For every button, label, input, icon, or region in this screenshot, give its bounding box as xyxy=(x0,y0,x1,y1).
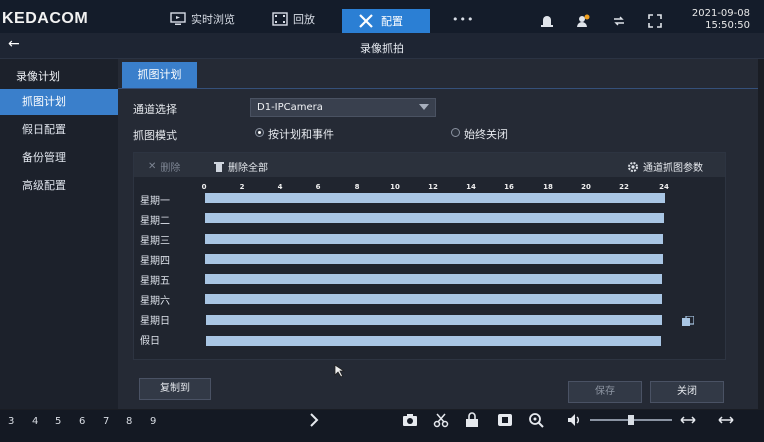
nav-more[interactable]: ••• xyxy=(452,9,474,29)
zoom-icon[interactable] xyxy=(528,412,544,428)
schedule-bar-sat[interactable] xyxy=(205,294,662,304)
delete-all-button[interactable]: 删除全部 xyxy=(214,159,268,174)
footer-number[interactable]: 7 xyxy=(103,416,109,427)
nav-playback[interactable]: 回放 xyxy=(272,9,315,29)
lock-icon[interactable] xyxy=(464,412,480,428)
hour-tick: 12 xyxy=(428,183,438,191)
sidebar-item-holiday-config[interactable]: 假日配置 xyxy=(0,117,118,143)
delete-button[interactable]: ✕ 删除 xyxy=(148,159,180,174)
footer-number[interactable]: 3 xyxy=(8,416,14,427)
hour-tick: 24 xyxy=(659,183,669,191)
hour-tick: 22 xyxy=(619,183,629,191)
day-label: 星期一 xyxy=(140,196,170,207)
fullscreen-icon[interactable] xyxy=(648,14,662,28)
film-icon xyxy=(272,12,288,26)
page-title: 录像抓拍 xyxy=(360,42,404,55)
close-button[interactable]: 关闭 xyxy=(650,381,724,403)
day-label: 星期四 xyxy=(140,256,170,267)
alarm-icon[interactable] xyxy=(540,14,554,28)
hour-tick: 16 xyxy=(504,183,514,191)
nav-live-label: 实时浏览 xyxy=(191,13,235,26)
scissors-icon[interactable] xyxy=(433,412,449,428)
close-icon: ✕ xyxy=(148,161,157,172)
nav-playback-label: 回放 xyxy=(293,13,315,26)
sidebar-title: 录像计划 xyxy=(16,70,60,83)
footer-number[interactable]: 4 xyxy=(32,416,38,427)
sidebar-item-backup[interactable]: 备份管理 xyxy=(0,145,118,171)
hour-tick: 2 xyxy=(239,183,245,191)
switch-icon[interactable] xyxy=(612,14,626,28)
footer-bar xyxy=(0,410,764,442)
record-icon[interactable] xyxy=(497,412,513,428)
hour-tick: 18 xyxy=(543,183,553,191)
schedule-bar-wed[interactable] xyxy=(205,234,663,244)
copy-icon[interactable] xyxy=(682,316,694,326)
day-label: 星期二 xyxy=(140,216,170,227)
nav-live-view[interactable]: 实时浏览 xyxy=(170,9,235,29)
tab-divider xyxy=(118,88,758,89)
channel-select[interactable]: D1-IPCamera xyxy=(250,98,436,117)
delete-label: 删除 xyxy=(160,163,181,174)
channel-params-button[interactable]: 通道抓图参数 xyxy=(627,159,703,174)
mode-radio-schedule[interactable] xyxy=(255,128,264,137)
tools-icon xyxy=(359,14,373,28)
user-icon[interactable] xyxy=(576,14,590,28)
hour-tick: 20 xyxy=(581,183,591,191)
footer-number[interactable]: 9 xyxy=(150,416,156,427)
sidebar-item-snapshot-plan[interactable]: 抓图计划 xyxy=(0,89,118,115)
schedule-bar-sun[interactable] xyxy=(206,315,662,325)
save-button[interactable]: 保存 xyxy=(568,381,642,403)
schedule-bar-holiday[interactable] xyxy=(206,336,661,346)
copy-to-button[interactable]: 复制到 xyxy=(139,378,211,400)
clock-time: 15:50:50 xyxy=(705,20,750,31)
hour-tick: 8 xyxy=(354,183,360,191)
cursor-icon xyxy=(334,364,346,378)
hour-tick: 0 xyxy=(201,183,207,191)
footer-number[interactable]: 6 xyxy=(79,416,85,427)
swap-icon[interactable] xyxy=(680,412,696,428)
mode-radio-always-off[interactable] xyxy=(451,128,460,137)
clock: 2021-09-08 15:50:50 xyxy=(692,8,750,32)
chevron-right-icon[interactable] xyxy=(306,412,322,428)
mode-label: 抓图模式 xyxy=(133,129,177,142)
delete-all-label: 删除全部 xyxy=(228,163,268,174)
schedule-bar-tue[interactable] xyxy=(205,213,664,223)
volume-slider-handle[interactable] xyxy=(628,415,634,425)
day-label: 星期五 xyxy=(140,276,170,287)
hour-tick: 6 xyxy=(315,183,321,191)
hour-tick: 10 xyxy=(390,183,400,191)
nav-config-label: 配置 xyxy=(381,15,403,28)
day-label: 星期日 xyxy=(140,316,170,327)
day-label: 星期六 xyxy=(140,296,170,307)
channel-params-label: 通道抓图参数 xyxy=(643,163,703,174)
more-icon: ••• xyxy=(452,12,475,26)
monitor-icon xyxy=(170,12,186,25)
day-label: 星期三 xyxy=(140,236,170,247)
hour-tick: 14 xyxy=(466,183,476,191)
sidebar-item-advanced[interactable]: 高级配置 xyxy=(0,173,118,199)
channel-value: D1-IPCamera xyxy=(257,102,323,113)
tab-snapshot-plan[interactable]: 抓图计划 xyxy=(122,62,197,88)
schedule-bar-mon[interactable] xyxy=(205,193,665,203)
footer-number[interactable]: 8 xyxy=(126,416,132,427)
hour-tick: 4 xyxy=(277,183,283,191)
brand-logo: KEDACOM xyxy=(2,10,89,27)
gear-icon xyxy=(628,161,638,172)
expand-icon[interactable] xyxy=(718,412,734,428)
mode-option-always-off: 始终关闭 xyxy=(464,128,508,141)
trash-icon xyxy=(214,162,224,172)
day-label: 假日 xyxy=(140,336,160,347)
camera-icon[interactable] xyxy=(402,412,418,428)
volume-icon[interactable] xyxy=(567,412,583,428)
schedule-bar-fri[interactable] xyxy=(205,274,662,284)
footer-number[interactable]: 5 xyxy=(55,416,61,427)
schedule-bar-thu[interactable] xyxy=(205,254,663,264)
chevron-down-icon xyxy=(419,104,429,110)
clock-date: 2021-09-08 xyxy=(691,8,750,19)
nav-config-content[interactable]: 配置 xyxy=(358,11,403,31)
mode-option-schedule: 按计划和事件 xyxy=(268,128,334,141)
channel-label: 通道选择 xyxy=(133,103,177,116)
